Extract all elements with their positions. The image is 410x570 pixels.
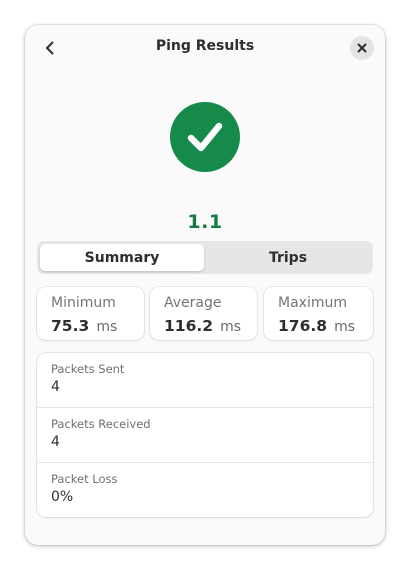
packet-loss-label: Packet Loss	[51, 472, 118, 486]
maximum-stat-card: Maximum 176.8 ms	[264, 287, 373, 340]
window-close-icon	[357, 43, 367, 53]
pinged-host-address: 1.1	[187, 211, 223, 233]
packets-received-row: Packets Received 4	[37, 407, 373, 462]
packets-sent-label: Packets Sent	[51, 362, 125, 376]
average-label: Average	[164, 295, 222, 311]
packets-received-value: 4	[51, 434, 60, 450]
packets-sent-value: 4	[51, 379, 60, 395]
window-title: Ping Results	[155, 38, 255, 54]
close-button[interactable]	[350, 36, 374, 60]
tab-trips[interactable]: Trips	[206, 244, 370, 271]
minimum-stat-card: Minimum 75.3 ms	[37, 287, 144, 340]
packet-loss-value: 0%	[51, 489, 74, 505]
maximum-value: 176.8	[278, 317, 328, 335]
average-unit: ms	[220, 319, 242, 335]
average-value: 116.2	[164, 317, 214, 335]
average-value-group: 116.2 ms	[164, 316, 241, 335]
checkmark-icon	[187, 122, 223, 152]
success-status-icon	[170, 102, 240, 172]
maximum-label: Maximum	[278, 295, 347, 311]
minimum-value-group: 75.3 ms	[51, 316, 117, 335]
view-switcher: Summary Trips	[37, 241, 373, 274]
packets-sent-row: Packets Sent 4	[37, 353, 373, 407]
packet-details-list: Packets Sent 4 Packets Received 4 Packet…	[37, 353, 373, 517]
packets-received-label: Packets Received	[51, 417, 151, 431]
minimum-unit: ms	[96, 319, 118, 335]
packet-loss-row: Packet Loss 0%	[37, 462, 373, 517]
minimum-label: Minimum	[51, 295, 116, 311]
header-bar: Ping Results	[25, 25, 385, 71]
maximum-value-group: 176.8 ms	[278, 316, 355, 335]
ping-results-window: Ping Results 1.1 Summary Trips Minimum 7…	[25, 25, 385, 545]
tab-summary[interactable]: Summary	[40, 244, 204, 271]
minimum-value: 75.3	[51, 317, 90, 335]
average-stat-card: Average 116.2 ms	[150, 287, 257, 340]
maximum-unit: ms	[334, 319, 356, 335]
